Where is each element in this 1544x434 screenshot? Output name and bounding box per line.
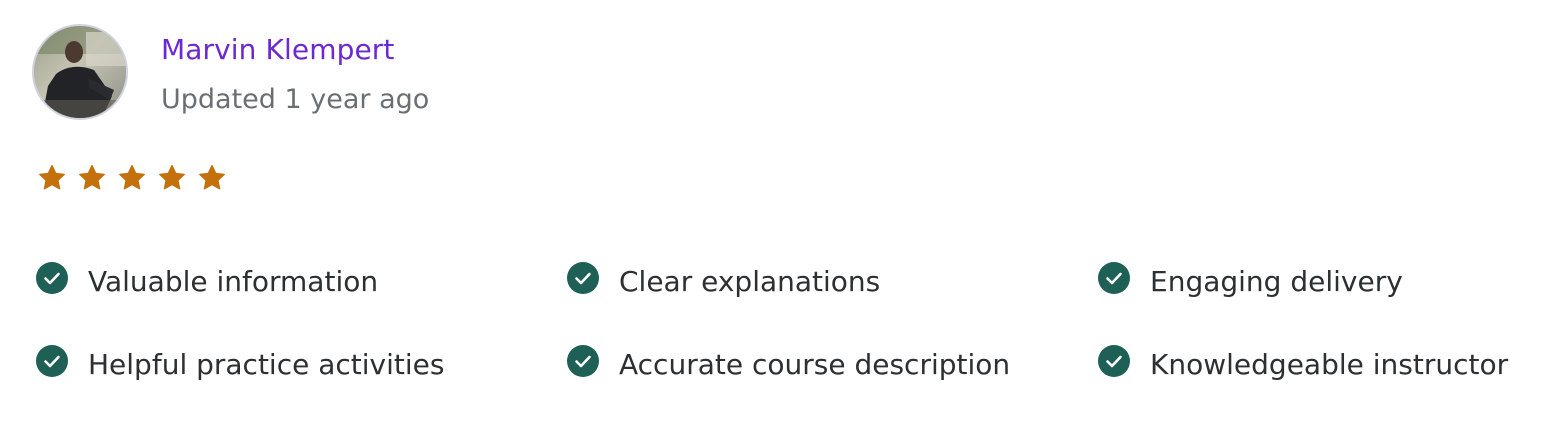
- check-circle-icon: [36, 345, 68, 377]
- user-photo-icon: [34, 26, 126, 118]
- feedback-item: Knowledgeable instructor: [1098, 345, 1526, 385]
- star-rating: [37, 163, 227, 193]
- check-circle-icon: [1098, 345, 1130, 377]
- feedback-list: Valuable information Clear explanations …: [36, 262, 1526, 385]
- star-icon: [39, 165, 65, 190]
- star-icon: [79, 165, 105, 190]
- feedback-label: Engaging delivery: [1150, 265, 1403, 298]
- feedback-item: Engaging delivery: [1098, 262, 1526, 302]
- check-circle-icon: [567, 262, 599, 294]
- feedback-item: Helpful practice activities: [36, 345, 567, 385]
- feedback-label: Clear explanations: [619, 265, 881, 298]
- feedback-label: Helpful practice activities: [88, 348, 445, 381]
- star-icon: [119, 165, 145, 190]
- feedback-item: Clear explanations: [567, 262, 1098, 302]
- star-icon: [199, 165, 225, 190]
- check-circle-icon: [36, 262, 68, 294]
- feedback-label: Knowledgeable instructor: [1150, 348, 1509, 381]
- updated-timestamp: Updated 1 year ago: [161, 84, 430, 115]
- feedback-label: Valuable information: [88, 265, 379, 298]
- star-icon: [159, 165, 185, 190]
- check-circle-icon: [1098, 262, 1130, 294]
- avatar[interactable]: [32, 24, 128, 120]
- feedback-label: Accurate course description: [619, 348, 1011, 381]
- user-name-link[interactable]: Marvin Klempert: [161, 30, 429, 70]
- feedback-item: Accurate course description: [567, 345, 1098, 385]
- review-header: Marvin Klempert Updated 1 year ago: [32, 24, 429, 120]
- user-meta: Marvin Klempert Updated 1 year ago: [161, 30, 429, 120]
- feedback-item: Valuable information: [36, 262, 567, 302]
- review-card: Marvin Klempert Updated 1 year ago Valua…: [0, 0, 1544, 434]
- check-circle-icon: [567, 345, 599, 377]
